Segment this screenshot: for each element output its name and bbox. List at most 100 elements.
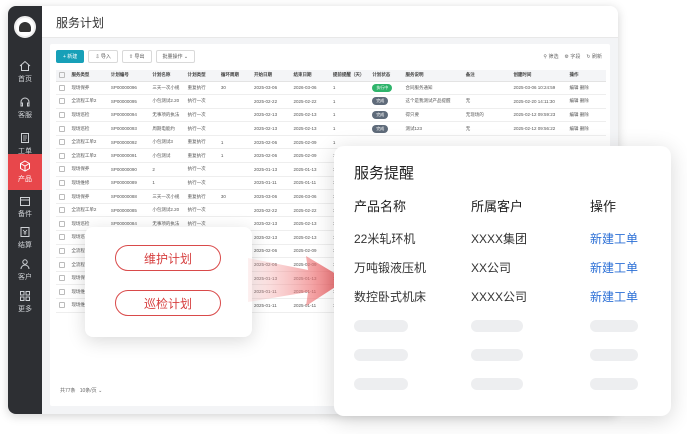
export-label: 导出 [134, 54, 145, 60]
column-header: 计划编号 [107, 70, 150, 82]
row-checkbox[interactable] [56, 81, 69, 96]
table-cell: 1 [329, 121, 370, 136]
row-checkbox[interactable] [56, 94, 69, 109]
toolbar: + 新建 ⇩ 导入 ⇧ 导出 批量操作 ⌄ [56, 50, 196, 64]
column-header: 创建时间 [510, 70, 567, 82]
sidebar-item-service[interactable]: 客服 [8, 90, 42, 126]
select-all-checkbox[interactable] [56, 70, 69, 82]
batch-actions-dropdown[interactable]: 批量操作 ⌄ [155, 50, 196, 63]
import-label: 导入 [100, 54, 111, 60]
table-cell: 现场维修 [68, 176, 108, 191]
batch-label: 批量操作 [162, 54, 183, 60]
row-checkbox[interactable] [56, 189, 69, 204]
home-icon [19, 60, 31, 71]
table-row[interactable]: 全流程工单2 SP00000095 小包测试2.20 执行一次 2025-02-22 20… [56, 94, 606, 109]
table-cell: 2026-03-06 [290, 81, 330, 96]
toolbar-right: ⚲ 筛选 ⚙ 字段 ↻ 刷新 [543, 53, 602, 60]
row-actions[interactable]: 编辑 删除 [566, 81, 606, 96]
row-actions[interactable]: 编辑 删除 [566, 94, 606, 109]
table-cell: 2025-02-22 [251, 203, 291, 218]
table-row[interactable]: 现场保养 SP00000096 三天一次小规 重复执行 30 2025-03-06 2026… [56, 81, 606, 96]
table-cell: SP00000096 [107, 81, 150, 96]
table-cell: 全流程工单2 [68, 94, 108, 109]
new-workorder-link[interactable]: 新建工单 [590, 259, 638, 276]
sidebar-item-product[interactable]: 产品 [8, 154, 42, 190]
page-size-select[interactable]: 10条/页 [80, 388, 97, 394]
table-cell: 2025-01-11 [251, 176, 291, 191]
table-row[interactable]: 现场巡检 SP00000093 周期电能约 执行一次 2025-02-13 2025-02… [56, 121, 606, 136]
filter-button[interactable]: ⚲ 筛选 [543, 53, 558, 60]
table-cell: 全流程工单2 [68, 148, 108, 164]
table-cell: 2025-03-06 10:24:59 [510, 81, 567, 96]
row-checkbox[interactable] [56, 148, 69, 164]
table-cell: 2025-03-06 [251, 189, 291, 204]
table-cell: SP00000092 [107, 135, 150, 150]
service-reminder-panel: 服务提醒 产品名称 所属客户 操作 22米轧环机 XXXX集团 新建工单 万吨锻… [334, 146, 671, 416]
columns-button[interactable]: ⚙ 字段 [565, 53, 581, 60]
inspection-plan-button[interactable]: 巡检计划 [115, 290, 221, 316]
row-checkbox[interactable] [56, 244, 69, 259]
column-header: 操作 [566, 70, 606, 82]
customer-icon [20, 259, 30, 270]
col-product-header: 产品名称 [354, 199, 407, 214]
column-header: 服务说明 [402, 70, 463, 82]
row-checkbox[interactable] [56, 162, 69, 177]
avatar-icon [19, 22, 31, 32]
table-cell [217, 94, 252, 109]
row-actions[interactable]: 编辑 删除 [566, 108, 606, 123]
new-button[interactable]: + 新建 [56, 50, 85, 63]
table-cell: 2025-01-13 [251, 162, 291, 177]
import-button[interactable]: ⇩ 导入 [88, 50, 118, 63]
row-checkbox[interactable] [56, 257, 69, 272]
row-checkbox[interactable] [56, 108, 69, 123]
chevron-down-icon: ⌄ [96, 388, 103, 394]
row-checkbox[interactable] [56, 176, 69, 191]
sidebar-item-more[interactable]: 更多 [8, 284, 42, 320]
column-header: 提前提醒（天） [329, 70, 370, 82]
row-checkbox[interactable] [56, 135, 69, 150]
export-button[interactable]: ⇧ 导出 [121, 50, 152, 63]
table-cell: 现场保养 [68, 189, 108, 204]
table-cell: 2025-02-09 [290, 148, 330, 164]
topbar: 服务计划 [42, 6, 618, 38]
row-checkbox[interactable] [56, 284, 69, 299]
skeleton-placeholder [354, 378, 408, 390]
status-badge: 完成 [372, 110, 389, 119]
table-cell: 执行一次 [184, 162, 218, 177]
column-header: 结束日期 [290, 70, 330, 82]
table-cell: 得只要 [402, 108, 463, 123]
table-cell: 执行中 [369, 81, 403, 96]
page-title: 服务计划 [56, 16, 105, 30]
avatar[interactable] [14, 16, 36, 38]
column-header: 计划状态 [369, 70, 403, 82]
pagination: 共77条 10条/页 ⌄ [60, 387, 102, 394]
table-row[interactable]: 现场巡检 SP00000094 无事项的执法 执行一次 2025-02-13 2025-0… [56, 108, 606, 123]
sidebar-item-label: 客户 [18, 274, 32, 281]
sidebar-item-label: 产品 [18, 176, 32, 183]
new-workorder-link[interactable]: 新建工单 [590, 288, 638, 305]
maintenance-plan-button[interactable]: 维护计划 [115, 245, 221, 271]
row-checkbox[interactable] [56, 121, 69, 136]
reminder-title: 服务提醒 [354, 165, 415, 182]
new-workorder-link[interactable]: 新建工单 [590, 230, 638, 247]
total-count: 共77条 [60, 388, 76, 394]
sidebar-item-customer[interactable]: 客户 [8, 252, 42, 288]
status-badge: 完成 [372, 124, 389, 133]
table-cell: 2025-02-20 14:11:30 [510, 94, 567, 109]
sidebar-item-label: 更多 [18, 306, 32, 313]
table-cell: 无事项的执法 [149, 108, 185, 123]
col-action-header: 操作 [590, 199, 617, 214]
row-checkbox[interactable] [56, 230, 69, 245]
row-checkbox[interactable] [56, 216, 69, 232]
headset-icon [20, 97, 30, 107]
row-checkbox[interactable] [56, 271, 69, 286]
sidebar-item-home[interactable]: 首页 [8, 54, 42, 90]
refresh-button[interactable]: ↻ 刷新 [586, 53, 602, 60]
row-actions[interactable]: 编辑 删除 [566, 121, 606, 136]
status-badge: 完成 [372, 97, 389, 106]
sidebar-item-label: 备件 [18, 211, 32, 218]
row-checkbox[interactable] [56, 298, 69, 313]
sidebar-item-settlement[interactable]: 结算 [8, 220, 42, 256]
row-checkbox[interactable] [56, 203, 69, 218]
table-cell: 2025-02-13 [251, 121, 291, 136]
